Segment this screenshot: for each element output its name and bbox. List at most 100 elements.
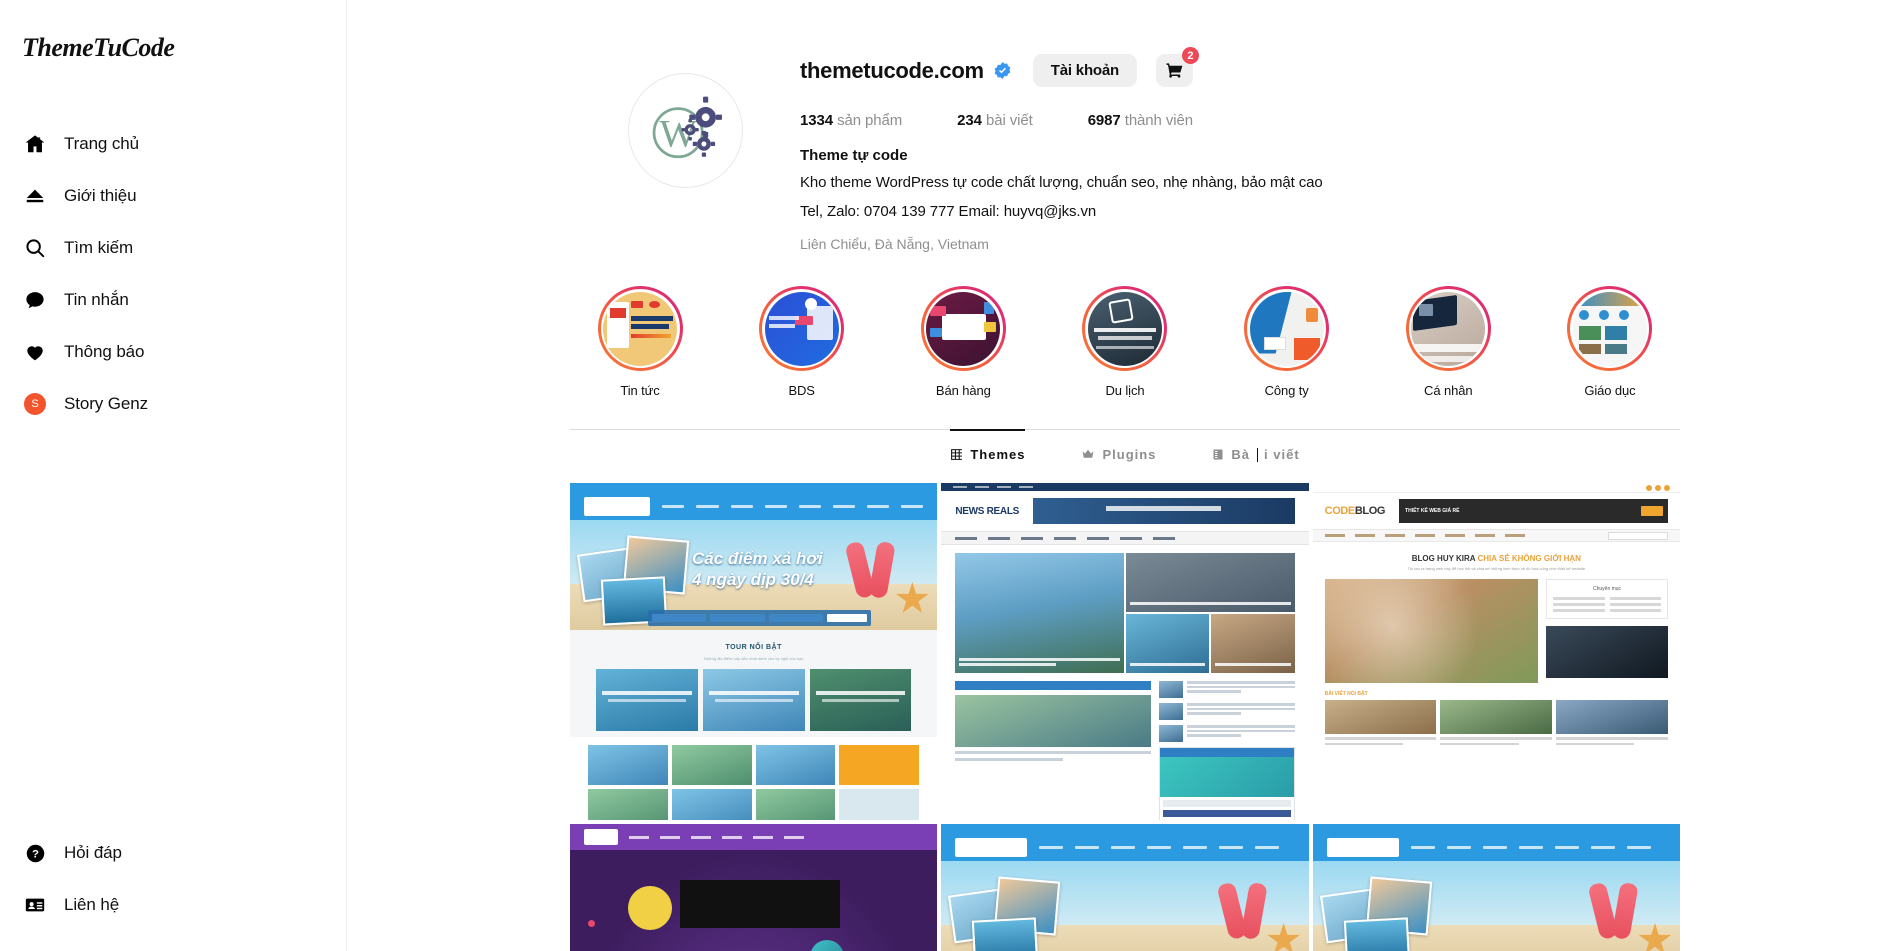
- sidebar-nav-secondary: ? Hỏi đáp Liên hệ: [22, 827, 324, 931]
- codeblog-title: BLOG HUY KIRA CHIA SẺ KHÔNG GIỚI HẠN: [1411, 554, 1581, 563]
- contact-card-icon: [22, 892, 48, 918]
- brand-logo[interactable]: ThemeTuCode: [22, 33, 324, 63]
- grid-item-travel-theme[interactable]: Các điểm xả hơi 4 ngày dịp 30/4 TOUR NỔI…: [570, 483, 938, 820]
- travel-theme-preview-3: [1312, 824, 1680, 951]
- message-icon: [22, 287, 48, 313]
- huy-theme-preview: [570, 824, 938, 951]
- codeblog-cta: [1641, 506, 1663, 516]
- search-icon: [22, 235, 48, 261]
- profile-info: themetucode.com Tài khoản 2 1334 sản phẩ…: [800, 46, 1680, 252]
- sidebar-item-story-genz[interactable]: S Story Genz: [22, 378, 324, 430]
- sidebar-item-hoi-dap[interactable]: ? Hỏi đáp: [22, 827, 324, 879]
- highlight-ring: [1082, 286, 1168, 371]
- highlight-label: Giáo dục: [1584, 383, 1636, 398]
- highlight-cong-ty[interactable]: Công ty: [1221, 286, 1353, 398]
- travel-theme-preview-2: [941, 824, 1309, 951]
- highlight-ring: [920, 286, 1006, 371]
- grid-item-travel-theme-3[interactable]: [1312, 824, 1680, 951]
- eject-icon: [22, 183, 48, 209]
- avatar[interactable]: W: [627, 73, 743, 188]
- stat-label: bài viết: [985, 112, 1033, 129]
- profile-stats: 1334 sản phẩm 234 bài viết 6987 thành vi…: [800, 112, 1680, 129]
- highlight-tin-tuc[interactable]: Tin tức: [574, 286, 706, 398]
- highlight-ban-hang[interactable]: Bán hàng: [897, 286, 1029, 398]
- news-theme-preview: NEWS REALS: [941, 483, 1309, 820]
- bio-description: Kho theme WordPress tự code chất lượng, …: [800, 174, 1323, 191]
- profile-header: W themetucode.com Tài khoản 2 1334 sản p…: [570, 0, 1680, 252]
- highlight-ring: [1244, 286, 1330, 371]
- stat-value: 1334: [800, 112, 833, 129]
- highlight-bds[interactable]: BDS: [736, 286, 868, 398]
- travel-theme-preview: Các điểm xả hơi 4 ngày dịp 30/4 TOUR NỔI…: [570, 483, 938, 820]
- highlight-ring: [759, 286, 845, 371]
- highlight-thumbnail: [1411, 291, 1486, 366]
- highlight-ca-nhan[interactable]: Cá nhân: [1382, 286, 1514, 398]
- sidebar-item-label: Trang chủ: [64, 134, 140, 153]
- stat-members: 6987 thành viên: [1088, 112, 1193, 129]
- stat-label: thành viên: [1124, 112, 1193, 129]
- story-genz-initial: S: [24, 393, 46, 415]
- book-icon: [1212, 448, 1224, 461]
- theme-grid: Các điểm xả hơi 4 ngày dịp 30/4 TOUR NỔI…: [570, 483, 1680, 951]
- highlight-ring: [1405, 286, 1491, 371]
- grid-item-huy-theme[interactable]: [570, 824, 938, 951]
- grid-item-travel-theme-2[interactable]: [941, 824, 1309, 951]
- sidebar-item-trang-chu[interactable]: Trang chủ: [22, 118, 324, 170]
- heart-icon: [22, 339, 48, 365]
- codeblog-featured-label: BÀI VIẾT NỔI BẬT: [1324, 691, 1368, 697]
- svg-text:?: ?: [32, 848, 39, 860]
- highlight-thumbnail: [603, 291, 677, 366]
- story-highlights: Tin tức BDS Bán hàng Du lịch Công ty Cá …: [570, 286, 1680, 398]
- text-cursor: [1256, 447, 1258, 462]
- codeblog-logo: CODEBLOG: [1324, 505, 1386, 517]
- account-button[interactable]: Tài khoản: [1032, 54, 1137, 87]
- stat-value: 6987: [1087, 112, 1121, 129]
- sidebar-item-thong-bao[interactable]: Thông báo: [22, 326, 324, 378]
- story-genz-avatar: S: [22, 391, 48, 417]
- stat-value: 234: [957, 112, 982, 129]
- cart-badge: 2: [1181, 47, 1199, 64]
- highlight-du-lich[interactable]: Du lịch: [1059, 286, 1191, 398]
- tab-themes[interactable]: Themes: [950, 429, 1026, 474]
- sidebar: ThemeTuCode Trang chủ Giới thiệu Tìm kiế…: [0, 0, 347, 951]
- sidebar-item-lien-he[interactable]: Liên hệ: [22, 879, 324, 931]
- grid-icon: [950, 448, 963, 461]
- highlight-thumbnail: [1249, 291, 1324, 366]
- highlight-label: Cá nhân: [1424, 383, 1473, 398]
- grid-item-codeblog-theme[interactable]: CODEBLOG THIẾT KẾ WEB GIÁ RẺ BLOG HUY KI…: [1312, 483, 1680, 820]
- tab-label: Themes: [970, 447, 1026, 462]
- codeblog-theme-preview: CODEBLOG THIẾT KẾ WEB GIÁ RẺ BLOG HUY KI…: [1312, 483, 1680, 820]
- highlight-label: Công ty: [1264, 383, 1309, 398]
- verified-badge-icon: [993, 61, 1012, 80]
- sidebar-item-label: Giới thiệu: [64, 186, 137, 205]
- sidebar-item-gioi-thieu[interactable]: Giới thiệu: [22, 170, 324, 222]
- stat-posts: 234 bài viết: [957, 112, 1033, 129]
- bio-title: Theme tự code: [800, 147, 908, 164]
- tab-bai-viet[interactable]: Bà i viết: [1212, 430, 1299, 474]
- travel-section-title: TOUR NỔI BẬT: [725, 644, 782, 651]
- highlight-thumbnail: [764, 291, 839, 366]
- sidebar-item-label: Hỏi đáp: [64, 843, 122, 862]
- bio-contact: Tel, Zalo: 0704 139 777 Email: huyvq@jks…: [800, 203, 1097, 220]
- highlight-thumbnail: [1087, 291, 1162, 366]
- highlight-label: Bán hàng: [935, 383, 991, 398]
- grid-item-news-theme[interactable]: NEWS REALS: [941, 483, 1309, 820]
- sidebar-nav-primary: Trang chủ Giới thiệu Tìm kiếm Tin nhắn T…: [22, 118, 324, 430]
- app-root: ThemeTuCode Trang chủ Giới thiệu Tìm kiế…: [0, 0, 1903, 951]
- username-row: themetucode.com Tài khoản 2: [800, 47, 1680, 87]
- highlight-label: BDS: [788, 383, 815, 398]
- highlight-label: Tin tức: [620, 383, 660, 398]
- cart-icon: [1166, 63, 1183, 78]
- sidebar-item-tim-kiem[interactable]: Tìm kiếm: [22, 222, 324, 274]
- main-content: W themetucode.com Tài khoản 2 1334 sản p…: [347, 0, 1903, 951]
- sidebar-item-label: Tin nhắn: [64, 290, 129, 309]
- sidebar-item-tin-nhan[interactable]: Tin nhắn: [22, 274, 324, 326]
- tab-label-suffix: i viết: [1264, 447, 1300, 462]
- tab-plugins[interactable]: Plugins: [1081, 430, 1156, 474]
- codeblog-category-title: Chuyên mục: [1592, 586, 1622, 592]
- highlight-ring: [597, 286, 683, 371]
- highlight-giao-duc[interactable]: Giáo dục: [1544, 286, 1676, 398]
- highlight-label: Du lịch: [1105, 383, 1145, 398]
- sidebar-item-label: Tìm kiếm: [64, 238, 134, 257]
- cart-button[interactable]: 2: [1155, 47, 1199, 87]
